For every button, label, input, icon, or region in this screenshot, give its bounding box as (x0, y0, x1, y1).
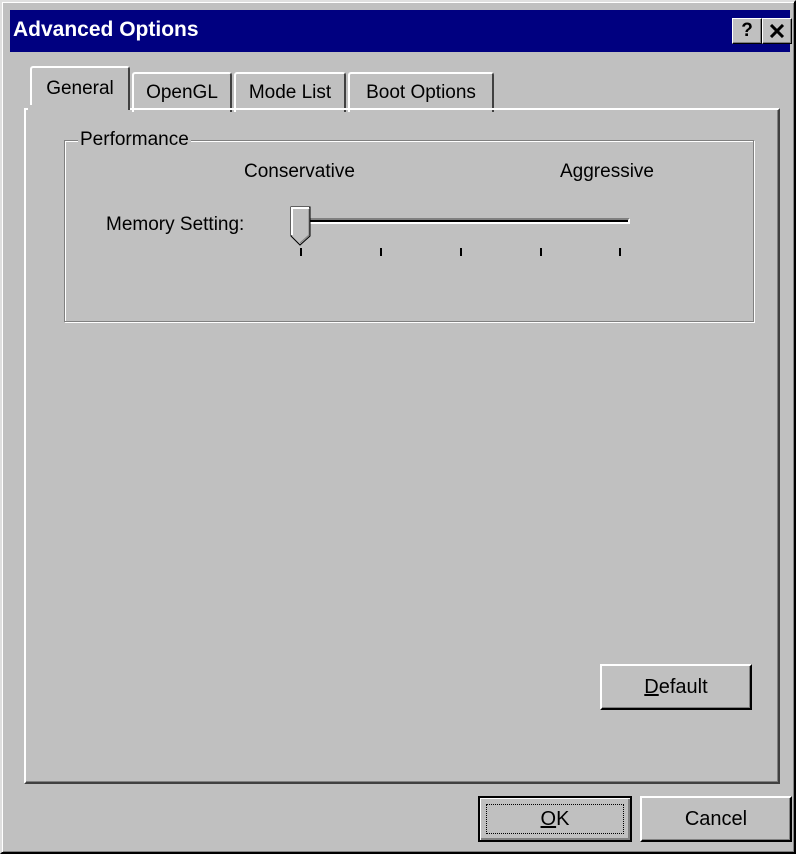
help-icon: ? (741, 20, 753, 41)
tab-opengl[interactable]: OpenGL (132, 72, 232, 112)
ok-button[interactable]: OK (478, 796, 632, 842)
help-button[interactable]: ? (732, 18, 762, 44)
focus-rectangle (486, 804, 624, 834)
tab-mode-list[interactable]: Mode List (234, 72, 346, 112)
title-bar[interactable]: Advanced Options ? (10, 10, 792, 52)
tab-general[interactable]: General (30, 66, 130, 110)
tab-opengl-label: OpenGL (146, 82, 218, 103)
general-tab-panel (24, 108, 780, 784)
close-button[interactable] (762, 18, 792, 44)
advanced-options-dialog: Advanced Options ? General OpenGL Mode L… (0, 0, 796, 854)
cancel-button-label: Cancel (684, 807, 748, 830)
active-tab-join (28, 105, 128, 111)
close-icon (769, 24, 785, 38)
tab-boot-options[interactable]: Boot Options (348, 72, 494, 112)
tab-general-label: General (46, 78, 114, 99)
tab-mode-list-label: Mode List (248, 82, 332, 103)
window-title: Advanced Options (13, 18, 199, 41)
cancel-button[interactable]: Cancel (640, 796, 792, 842)
tab-boot-options-label: Boot Options (366, 82, 476, 103)
